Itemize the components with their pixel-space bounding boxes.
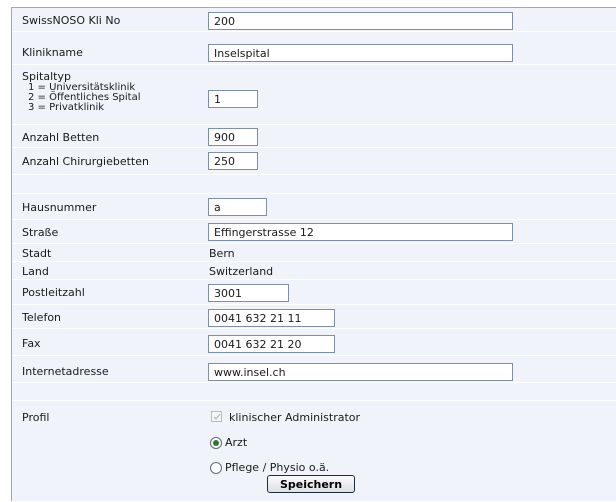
kli-no-input[interactable] bbox=[208, 12, 513, 30]
strasse-label: Straße bbox=[22, 226, 59, 239]
row-internetadresse: Internetadresse bbox=[12, 356, 616, 383]
save-button[interactable]: Speichern bbox=[267, 475, 355, 493]
admin-checkbox[interactable] bbox=[211, 411, 222, 422]
plz-input[interactable] bbox=[208, 284, 289, 302]
row-telefon: Telefon bbox=[12, 305, 616, 329]
telefon-label: Telefon bbox=[22, 311, 62, 324]
row-strasse: Straße bbox=[12, 220, 616, 244]
chirurgiebetten-label: Anzahl Chirurgiebetten bbox=[22, 155, 149, 168]
radio-selected-dot bbox=[213, 440, 219, 446]
hausnummer-label: Hausnummer bbox=[22, 201, 97, 214]
clinic-form: SwissNOSO Kli No Klinikname Spitaltyp 1 … bbox=[11, 7, 616, 501]
land-value: Switzerland bbox=[209, 265, 274, 278]
spitaltyp-legend: Spitaltyp 1 = Universitätsklinik 2 = Öff… bbox=[22, 71, 141, 113]
checkmark-icon bbox=[213, 413, 221, 421]
profil-label: Profil bbox=[22, 411, 50, 424]
land-label: Land bbox=[22, 265, 49, 278]
spitaltyp-input[interactable] bbox=[208, 90, 258, 108]
stadt-value: Bern bbox=[209, 247, 235, 260]
strasse-input[interactable] bbox=[208, 223, 513, 241]
fax-input[interactable] bbox=[208, 335, 335, 353]
row-betten: Anzahl Betten bbox=[12, 125, 616, 148]
row-plz: Postleitzahl bbox=[12, 280, 616, 305]
role-label-pflege: Pflege / Physio o.ä. bbox=[225, 461, 330, 474]
row-stadt: Stadt Bern bbox=[12, 244, 616, 262]
row-klinikname: Klinikname bbox=[12, 32, 616, 65]
hausnummer-input[interactable] bbox=[208, 198, 267, 216]
role-label-arzt: Arzt bbox=[225, 436, 248, 449]
plz-label: Postleitzahl bbox=[22, 286, 85, 299]
fax-label: Fax bbox=[22, 337, 41, 350]
admin-checkbox-label: klinischer Administrator bbox=[229, 411, 361, 424]
spitaltyp-option-3: 3 = Privatklinik bbox=[28, 102, 105, 113]
chirurgiebetten-input[interactable] bbox=[208, 152, 258, 170]
klinikname-input[interactable] bbox=[208, 44, 513, 62]
telefon-input[interactable] bbox=[208, 309, 335, 327]
internetadresse-label: Internetadresse bbox=[22, 365, 109, 378]
role-radio-arzt[interactable] bbox=[210, 437, 222, 449]
betten-input[interactable] bbox=[208, 128, 258, 146]
row-spitaltyp: Spitaltyp 1 = Universitätsklinik 2 = Öff… bbox=[12, 65, 616, 125]
betten-label: Anzahl Betten bbox=[22, 131, 100, 144]
kli-no-label: SwissNOSO Kli No bbox=[22, 14, 121, 27]
spacer-row-2 bbox=[12, 383, 616, 401]
row-hausnummer: Hausnummer bbox=[12, 194, 616, 220]
internetadresse-input[interactable] bbox=[208, 363, 513, 381]
klinikname-label: Klinikname bbox=[22, 46, 83, 59]
row-land: Land Switzerland bbox=[12, 262, 616, 280]
row-kli-no: SwissNOSO Kli No bbox=[12, 8, 616, 32]
stadt-label: Stadt bbox=[22, 247, 52, 260]
spacer-row bbox=[12, 175, 616, 194]
row-fax: Fax bbox=[12, 329, 616, 356]
row-chirurgiebetten: Anzahl Chirurgiebetten bbox=[12, 148, 616, 175]
role-radio-pflege[interactable] bbox=[210, 462, 222, 474]
